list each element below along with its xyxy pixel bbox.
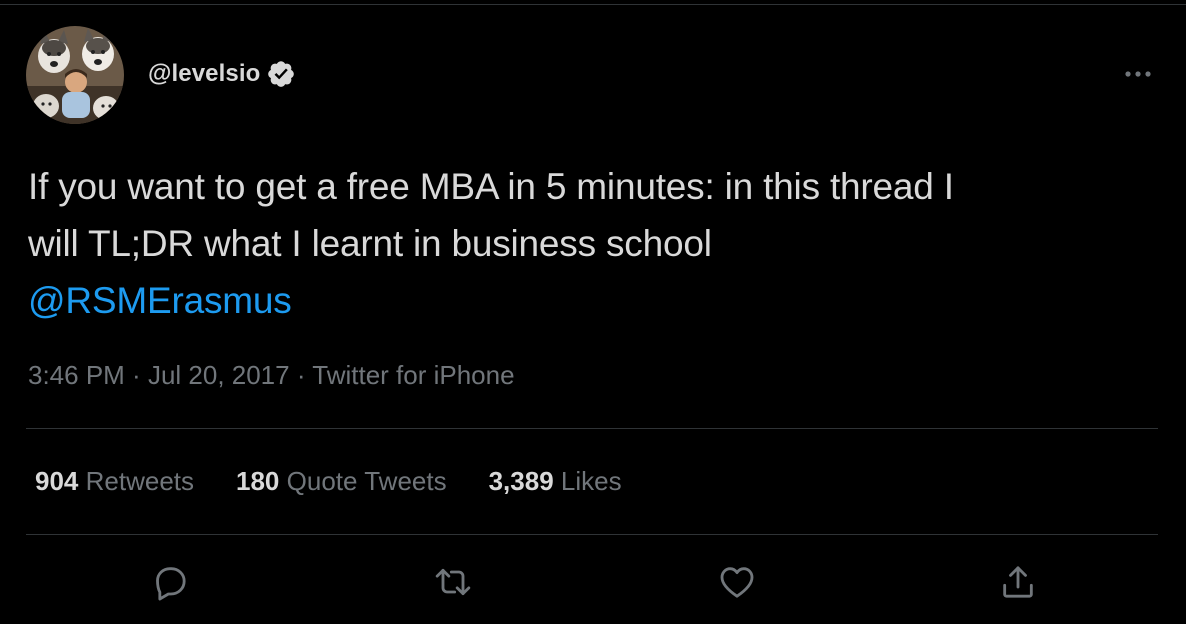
tweet-detail: @levelsio If you want to get a free MBA …	[0, 0, 1186, 624]
avatar[interactable]	[26, 26, 124, 124]
author-handle[interactable]: @levelsio	[148, 60, 260, 88]
likes-label: Likes	[560, 466, 622, 496]
quotes-stat[interactable]: 180 Quote Tweets	[236, 466, 447, 497]
retweets-stat[interactable]: 904 Retweets	[35, 466, 194, 497]
more-horizontal-icon[interactable]	[1118, 60, 1158, 88]
retweet-icon[interactable]	[433, 562, 473, 602]
meta-separator: ·	[289, 360, 313, 390]
retweets-count: 904	[35, 466, 79, 496]
reply-icon[interactable]	[150, 562, 190, 602]
meta-separator: ·	[124, 360, 148, 390]
verified-badge-icon	[266, 59, 296, 89]
share-icon[interactable]	[998, 562, 1038, 602]
mention-link[interactable]: @RSMErasmus	[28, 280, 292, 321]
tweet-meta: 3:46 PM · Jul 20, 2017 · Twitter for iPh…	[28, 360, 515, 391]
tweet-source[interactable]: Twitter for iPhone	[312, 360, 514, 390]
avatar-image	[26, 26, 124, 124]
tweet-text-line-2: will TL;DR what I learnt in business sch…	[28, 223, 712, 264]
tweet-date[interactable]: Jul 20, 2017	[148, 360, 290, 390]
retweets-label: Retweets	[85, 466, 195, 496]
divider	[26, 428, 1158, 429]
quotes-count: 180	[236, 466, 280, 496]
top-divider	[0, 4, 1186, 5]
tweet-text-line-1: If you want to get a free MBA in 5 minut…	[28, 166, 954, 207]
author-row: @levelsio	[148, 57, 296, 91]
likes-count: 3,389	[488, 466, 554, 496]
quotes-label: Quote Tweets	[286, 466, 447, 496]
tweet-text: If you want to get a free MBA in 5 minut…	[28, 158, 1168, 329]
tweet-time[interactable]: 3:46 PM	[28, 360, 125, 390]
likes-stat[interactable]: 3,389 Likes	[489, 466, 622, 497]
engagement-stats: 904 Retweets 180 Quote Tweets 3,389 Like…	[35, 466, 622, 497]
divider	[26, 534, 1158, 535]
heart-icon[interactable]	[717, 562, 757, 602]
